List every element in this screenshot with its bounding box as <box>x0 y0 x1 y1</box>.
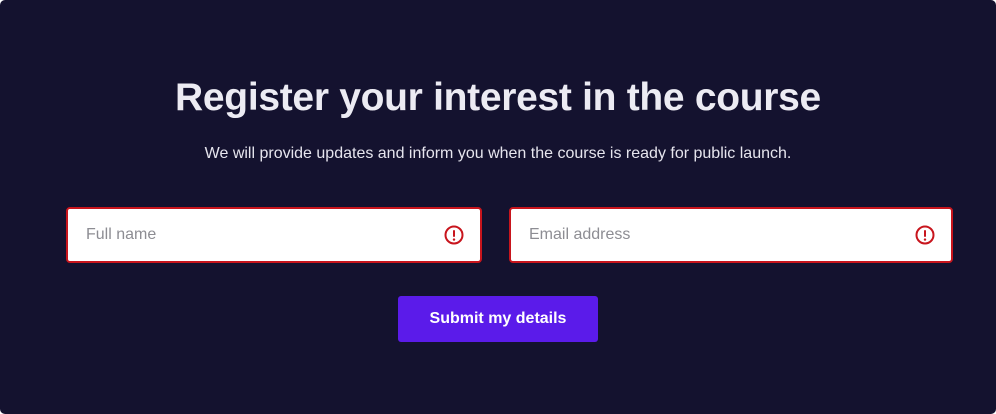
page-subtitle: We will provide updates and inform you w… <box>204 145 792 162</box>
submit-button[interactable]: Submit my details <box>398 296 598 342</box>
full-name-input[interactable] <box>68 209 480 261</box>
full-name-field <box>66 207 482 263</box>
register-interest-panel: Register your interest in the course We … <box>0 0 996 414</box>
page-title: Register your interest in the course <box>175 76 821 119</box>
email-field <box>509 207 953 263</box>
error-icon <box>444 225 464 245</box>
email-input[interactable] <box>511 209 951 261</box>
error-icon <box>915 225 935 245</box>
